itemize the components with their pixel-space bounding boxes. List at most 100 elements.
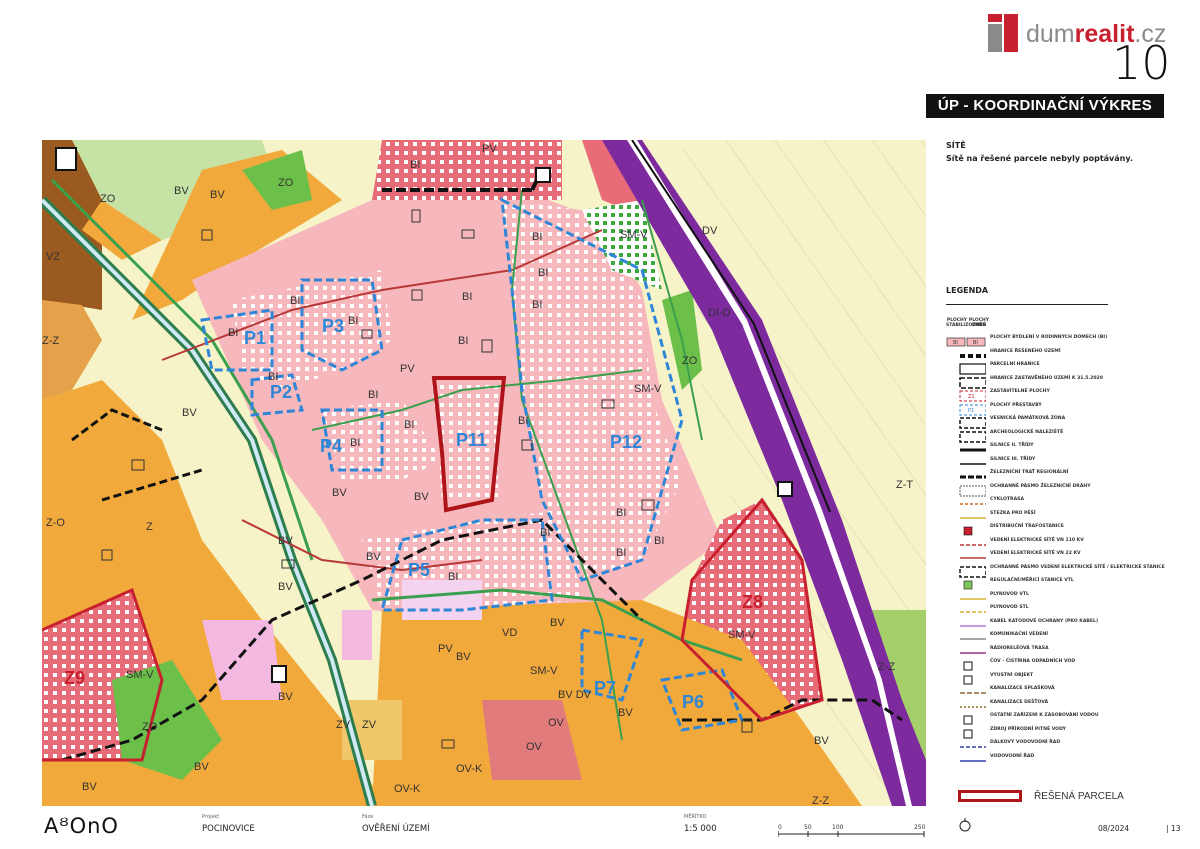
svg-text:BI: BI (458, 335, 468, 347)
land-use-map[interactable]: BI PV ZO BV ZO VZ BI BI BI BI BI BI BI BI PV BI BI B… (42, 140, 926, 806)
railway-symbol (946, 468, 986, 480)
svg-text:BI: BI (616, 507, 626, 519)
legend-item-label: KANALIZACE SPLAŠKOVÁ (990, 686, 1055, 691)
svg-text:BI: BI (540, 527, 550, 539)
svg-text:Z-T: Z-T (896, 479, 913, 491)
svg-text:ZV: ZV (362, 719, 377, 731)
water-pipe-symbol (946, 752, 986, 764)
svg-text:ZO: ZO (682, 355, 698, 367)
svg-text:Z: Z (146, 521, 153, 533)
svg-text:BV: BV (278, 581, 293, 593)
svg-text:BI: BI (410, 159, 420, 171)
archaeology-site-symbol (946, 428, 987, 443)
svg-text:PV: PV (482, 143, 497, 155)
legend-item-label: SILNICE III. TŘÍDY (990, 456, 1036, 462)
studio-logo: AᴽOnO (44, 814, 119, 838)
redevelopment-box-symbol: P1 (946, 401, 987, 415)
wwtp-icon (55, 147, 77, 171)
svg-text:BI: BI (290, 295, 300, 307)
wwtp-icon (946, 657, 986, 671)
comm-line-symbol (946, 630, 986, 642)
legend-item-label: VÝUSTNÍ OBJEKT (990, 672, 1034, 678)
svg-text:OV: OV (548, 717, 565, 729)
svg-text:BI: BI (616, 547, 626, 559)
legend-item-label: DÁLKOVÝ VODOVODNÍ ŘAD (990, 740, 1061, 745)
svg-text:VD: VD (502, 627, 517, 639)
svg-text:Z9: Z9 (64, 668, 85, 688)
svg-text:ZV: ZV (336, 719, 351, 731)
water-facility-icon (946, 711, 986, 725)
legend-item-label: ARCHEOLOGICKÉ NALEZIŠTĚ (990, 429, 1064, 435)
road-3-symbol (946, 455, 986, 467)
outlet-icon (946, 671, 986, 684)
project-label: Projekt (202, 814, 220, 820)
legend-item-label: CYKLOTRASA (990, 497, 1025, 502)
scale-label: MĚŘÍTKO (684, 814, 707, 820)
svg-text:BV: BV (194, 761, 209, 773)
svg-text:OV: OV (526, 741, 543, 753)
legend-item-label: PARCELNÍ HRANICE (990, 362, 1040, 367)
power-110-symbol (946, 536, 986, 548)
svg-text:P5: P5 (408, 560, 430, 580)
legend-item-label: STEZKA PRO PĚŠÍ (990, 510, 1036, 516)
svg-text:SM-V: SM-V (530, 665, 558, 677)
power-22-symbol (946, 549, 986, 561)
networks-heading: SÍTĚ (946, 141, 966, 150)
svg-text:BV: BV (814, 735, 829, 747)
legend-item-label: OCHRANNÉ PÁSMO ŽELEZNIČNÍ DRÁHY (990, 483, 1091, 489)
legend-item-label: PLYNOVOD VTL (990, 591, 1029, 597)
house-logo-icon (988, 14, 1018, 52)
svg-text:BI: BI (350, 437, 360, 449)
svg-text:BV: BV (618, 707, 633, 719)
sheet-title: ÚP - KOORDINAČNÍ VÝKRES (926, 94, 1164, 118)
gas-stl-symbol (946, 603, 986, 615)
legend-item-label: KOMUNIKAČNÍ VEDENÍ (990, 632, 1048, 637)
scale-tick-250: 250 (914, 824, 926, 831)
legend-item-label: ŽELEZNIČNÍ TRAŤ REGIONÁLNÍ (990, 470, 1069, 475)
legend-item-label: VODOVODNÍ ŘAD (990, 753, 1035, 759)
legend-item-label: REGULAČNÍ/MĚŘICÍ STANICE VTL (990, 578, 1074, 583)
bi-swatch-symbol: BI BI (946, 333, 986, 347)
svg-text:DV: DV (702, 225, 718, 237)
legend-item-label: DISTRIBUČNÍ TRAFOSTANICE (990, 524, 1064, 529)
parcel-boundary-symbol (946, 360, 987, 375)
svg-text:BV DV: BV DV (558, 689, 592, 701)
heritage-zone-symbol (946, 414, 987, 429)
north-arrow-icon (959, 818, 971, 832)
svg-text:BI: BI (348, 315, 358, 327)
svg-text:BI: BI (448, 571, 458, 583)
svg-text:OV-K: OV-K (456, 763, 483, 775)
page-number: | 13 (1166, 824, 1181, 833)
legend-item-label: ČOV - ČISTÍRNA ODPADNÍCH VOD (990, 659, 1076, 664)
legend-item-label: RÁDIORELÉOVÁ TRASA (990, 645, 1049, 651)
legend-item-label: PLYNOVOD STL (990, 605, 1029, 610)
svg-text:BI: BI (368, 389, 378, 401)
legend-item-label: OSTATNÍ ZAŘÍZENÍ K ZÁSOBOVÁNÍ VODOU (990, 713, 1099, 718)
legend-item-label: VESNICKÁ PAMÁTKOVÁ ZÓNA (990, 416, 1066, 421)
svg-text:BI: BI (532, 231, 542, 243)
svg-text:ZO: ZO (100, 193, 116, 205)
svg-text:P6: P6 (682, 692, 704, 712)
scale-tick-100: 100 (832, 824, 844, 831)
svg-text:P12: P12 (610, 432, 642, 452)
svg-text:BI: BI (654, 535, 664, 547)
svg-text:P4: P4 (320, 436, 342, 456)
road-2-symbol (946, 441, 986, 453)
parcel-legend-swatch (958, 790, 1022, 802)
svg-text:ZO: ZO (142, 721, 158, 733)
svg-text:Z-Z: Z-Z (42, 335, 59, 347)
power-buffer-symbol (946, 563, 987, 578)
water-main-symbol (946, 738, 986, 750)
svg-text:VZ: VZ (46, 251, 60, 263)
parcel-legend-label: ŘEŠENÁ PARCELA (1034, 791, 1124, 802)
phase-label: Fáze (362, 814, 374, 820)
date-value: 08/2024 (1098, 824, 1130, 833)
legend-divider (946, 304, 1108, 305)
svg-text:P3: P3 (322, 316, 344, 336)
svg-text:BI: BI (228, 327, 238, 339)
svg-text:BV: BV (182, 407, 197, 419)
sheet-number: 10 (1112, 36, 1171, 90)
svg-text:OV-K: OV-K (394, 783, 421, 795)
cycle-route-symbol (946, 495, 986, 507)
svg-text:P2: P2 (270, 382, 292, 402)
